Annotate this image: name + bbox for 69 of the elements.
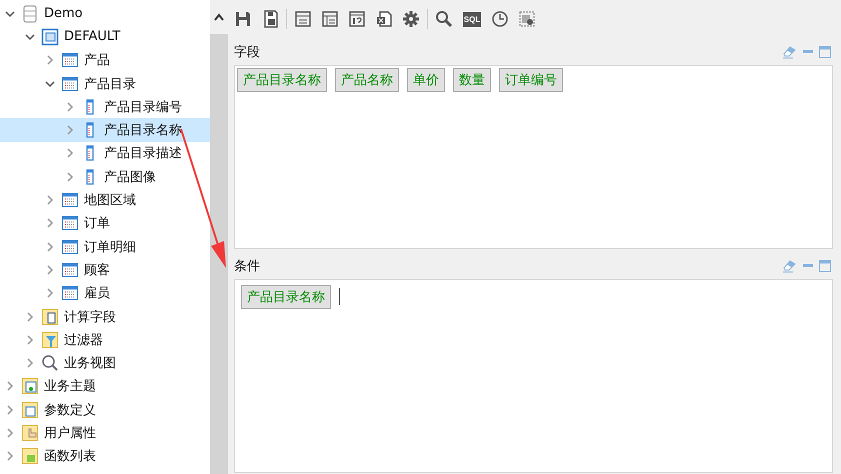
folder-icon	[41, 330, 59, 349]
tree-item[interactable]: 产品目录	[0, 72, 210, 96]
tree-item[interactable]: 过滤器	[0, 328, 210, 352]
tree-item-label: 地图区域	[84, 192, 136, 210]
caret-up-icon	[213, 12, 225, 22]
tree-item-label: Demo	[44, 6, 83, 22]
scroll-up-button[interactable]	[210, 0, 228, 34]
table-icon	[61, 191, 79, 210]
tree-item[interactable]: 订单明细	[0, 234, 210, 258]
tree-item[interactable]: DEFAULT	[0, 25, 210, 49]
tree-item[interactable]: 地图区域	[0, 188, 210, 212]
table-icon	[61, 238, 79, 256]
tree-item-label: 产品目录	[84, 76, 136, 93]
tree-item-label: 产品目录名称	[104, 122, 182, 140]
minimize-icon[interactable]	[803, 264, 813, 268]
tree-item[interactable]: 参数定义	[0, 398, 210, 422]
tree-item-label: 用户属性	[44, 424, 96, 442]
folder-icon	[21, 400, 39, 419]
table-icon	[61, 214, 79, 232]
tree-item-label: 业务主题	[44, 378, 96, 396]
tree-item-label: 函数列表	[44, 448, 96, 466]
tree-item[interactable]: 产品目录描述	[0, 142, 210, 166]
tree-item-label: 参数定义	[44, 402, 96, 419]
text-cursor	[339, 288, 340, 305]
panel-title: 条件	[234, 258, 260, 274]
database-icon	[21, 4, 39, 23]
selected-tree-item[interactable]: 产品目录名称	[0, 118, 210, 142]
tree-item-label: 顾客	[84, 262, 110, 279]
table-icon	[61, 284, 79, 302]
search-icon	[41, 354, 59, 372]
tree-item[interactable]: 订单	[0, 212, 210, 235]
tree-item-label: 雇员	[84, 285, 110, 302]
tree-item[interactable]: 产品目录编号	[0, 95, 210, 118]
maximize-icon[interactable]	[819, 46, 831, 58]
eraser-icon[interactable]	[781, 44, 797, 58]
folder-icon	[21, 424, 39, 442]
table-icon	[61, 51, 79, 70]
tree-item[interactable]: 雇员	[0, 282, 210, 305]
tree-item-label: 订单明细	[84, 238, 136, 256]
tree-item[interactable]: 计算字段	[0, 304, 210, 328]
maximize-icon[interactable]	[819, 260, 831, 272]
tree-item[interactable]: Demo	[0, 2, 210, 26]
search-button[interactable]	[433, 8, 455, 30]
tree-item-label: 计算字段	[64, 308, 116, 326]
settings-button[interactable]	[400, 8, 422, 30]
eraser-icon[interactable]	[781, 258, 797, 272]
folder-icon	[21, 377, 39, 396]
tree-item-label: 产品图像	[104, 168, 156, 186]
tree-item-label: 过滤器	[64, 332, 103, 349]
table-icon	[61, 74, 79, 93]
tree-item-label: 产品目录编号	[104, 98, 182, 116]
tree-item[interactable]: 产品	[0, 48, 210, 72]
tree-item-label: DEFAULT	[64, 29, 120, 44]
tree-item[interactable]: 顾客	[0, 258, 210, 282]
tree-item[interactable]: 业务视图	[0, 351, 210, 375]
tree-item-label: 业务视图	[64, 355, 116, 372]
minimize-icon[interactable]	[803, 50, 813, 54]
tree-item[interactable]: 函数列表	[0, 444, 210, 468]
tree-item[interactable]: 产品图像	[0, 165, 210, 188]
tree-item[interactable]: 业务主题	[0, 374, 210, 398]
schema-icon	[41, 28, 59, 46]
tree-item-label: 产品	[84, 52, 110, 70]
tree-item[interactable]: 用户属性	[0, 421, 210, 445]
folder-icon	[41, 308, 59, 326]
folder-icon	[21, 447, 39, 466]
tree-item-label: 产品目录描述	[104, 145, 182, 162]
tree-item-label: 订单	[84, 215, 110, 232]
table-icon	[61, 260, 79, 279]
panel-title: 字段	[234, 44, 260, 60]
